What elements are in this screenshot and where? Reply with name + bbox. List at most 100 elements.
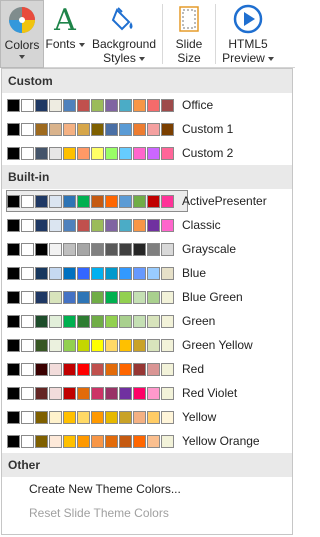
color-swatch: [119, 434, 132, 448]
theme-row[interactable]: Blue Green: [2, 285, 292, 309]
color-swatch: [147, 314, 160, 328]
color-swatch: [77, 386, 90, 400]
color-swatch: [119, 146, 132, 160]
theme-row[interactable]: Yellow: [2, 405, 292, 429]
color-swatch: [133, 266, 146, 280]
color-swatch: [21, 434, 34, 448]
color-swatch: [91, 98, 104, 112]
color-swatch: [49, 386, 62, 400]
color-swatch: [161, 362, 174, 376]
color-swatch: [35, 122, 48, 136]
colors-button[interactable]: Colors: [0, 0, 44, 68]
theme-colors-dropdown: Custom Office Custom 1 Custom 2 Built-in A…: [1, 68, 293, 535]
theme-row[interactable]: Blue: [2, 261, 292, 285]
color-swatch: [105, 194, 118, 208]
theme-row[interactable]: Red: [2, 357, 292, 381]
color-swatch: [35, 314, 48, 328]
color-swatches: [7, 362, 175, 376]
color-swatch: [7, 146, 20, 160]
color-swatch: [49, 98, 62, 112]
color-swatch: [63, 242, 76, 256]
theme-row[interactable]: Office: [2, 93, 292, 117]
color-swatch: [133, 386, 146, 400]
slide-size-button[interactable]: Slide Size: [163, 0, 215, 68]
color-swatch: [105, 362, 118, 376]
color-swatch: [147, 266, 160, 280]
color-swatch: [91, 410, 104, 424]
color-swatch: [77, 410, 90, 424]
color-swatch: [77, 290, 90, 304]
color-swatch: [119, 266, 132, 280]
theme-name: ActivePresenter: [182, 194, 267, 208]
color-swatch: [119, 386, 132, 400]
theme-row[interactable]: Yellow Orange: [2, 429, 292, 453]
color-swatch: [77, 314, 90, 328]
color-swatch: [21, 218, 34, 232]
background-styles-button[interactable]: Background Styles: [86, 0, 162, 68]
color-swatch: [147, 218, 160, 232]
color-swatch: [21, 122, 34, 136]
fonts-label: Fonts: [45, 37, 85, 51]
color-swatch: [21, 314, 34, 328]
theme-row[interactable]: Custom 2: [2, 141, 292, 165]
slide-size-line1: Slide: [175, 37, 203, 51]
reset-slide-theme-colors-item: Reset Slide Theme Colors: [29, 506, 169, 520]
color-swatch: [35, 434, 48, 448]
color-swatch: [49, 314, 62, 328]
theme-name: Red: [182, 362, 205, 376]
color-swatch: [21, 266, 34, 280]
theme-name: Yellow Orange: [182, 434, 260, 448]
color-palette-icon: [6, 4, 38, 36]
color-swatch: [91, 386, 104, 400]
color-swatch: [35, 218, 48, 232]
slide-size-line2: Size: [177, 51, 201, 65]
fonts-button[interactable]: A Fonts: [44, 0, 86, 68]
theme-row[interactable]: Green Yellow: [2, 333, 292, 357]
color-swatch: [105, 410, 118, 424]
color-swatch: [63, 410, 76, 424]
color-swatch: [119, 338, 132, 352]
color-swatch: [105, 98, 118, 112]
color-swatch: [63, 386, 76, 400]
theme-row[interactable]: Grayscale: [2, 237, 292, 261]
create-new-theme-colors-item[interactable]: Create New Theme Colors...: [2, 477, 292, 501]
color-swatch: [119, 242, 132, 256]
theme-row[interactable]: Red Violet: [2, 381, 292, 405]
color-swatch: [91, 338, 104, 352]
section-header-custom: Custom: [2, 69, 292, 93]
color-swatch: [63, 218, 76, 232]
theme-row[interactable]: ActivePresenter: [2, 189, 292, 213]
html5-preview-button[interactable]: HTML5 Preview: [216, 0, 280, 68]
color-swatch: [77, 338, 90, 352]
color-swatch: [49, 218, 62, 232]
paint-bucket-icon: [108, 3, 140, 35]
color-swatch: [91, 146, 104, 160]
section-header-other: Other: [2, 453, 292, 477]
color-swatch: [133, 146, 146, 160]
color-swatch: [35, 266, 48, 280]
color-swatches: [7, 338, 175, 352]
color-swatch: [63, 266, 76, 280]
color-swatch: [119, 194, 132, 208]
color-swatch: [133, 194, 146, 208]
color-swatches: [7, 290, 175, 304]
color-swatch: [35, 362, 48, 376]
color-swatch: [161, 266, 174, 280]
theme-name: Office: [182, 98, 214, 112]
color-swatch: [21, 290, 34, 304]
theme-name: Red Violet: [182, 386, 238, 400]
svg-text:A: A: [53, 4, 76, 34]
theme-name: Green: [182, 314, 216, 328]
color-swatch: [147, 122, 160, 136]
color-swatches: [7, 314, 175, 328]
color-swatch: [161, 98, 174, 112]
color-swatches: [7, 194, 175, 208]
background-label-line2: Styles: [103, 51, 145, 65]
theme-row[interactable]: Classic: [2, 213, 292, 237]
color-swatch: [77, 98, 90, 112]
color-swatch: [7, 290, 20, 304]
color-swatch: [91, 434, 104, 448]
color-swatch: [133, 338, 146, 352]
theme-row[interactable]: Custom 1: [2, 117, 292, 141]
theme-row[interactable]: Green: [2, 309, 292, 333]
